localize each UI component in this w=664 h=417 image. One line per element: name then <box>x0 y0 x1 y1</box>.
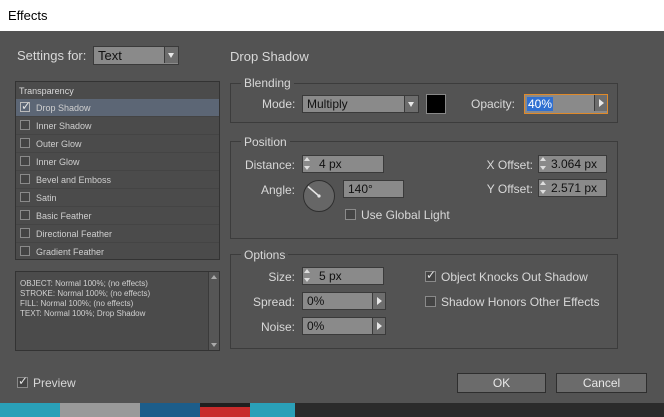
list-item-gradient-feather[interactable]: Gradient Feather <box>16 243 219 259</box>
use-global-light-label: Use Global Light <box>361 208 450 222</box>
settings-for-dropdown[interactable]: Text <box>93 46 179 65</box>
section-title: Drop Shadow <box>230 49 309 64</box>
list-item-label: Bevel and Emboss <box>36 175 112 185</box>
honors-effects-label: Shadow Honors Other Effects <box>441 295 600 309</box>
title-bar: Effects <box>0 0 664 32</box>
preview-checkbox[interactable] <box>17 374 28 388</box>
honors-effects-checkbox[interactable] <box>425 296 436 307</box>
list-item-label: Gradient Feather <box>36 247 105 257</box>
blend-mode-value: Multiply <box>307 97 348 111</box>
summary-text: TEXT: Normal 100%; Drop Shadow <box>20 309 146 318</box>
list-item-label: Basic Feather <box>36 211 92 221</box>
list-item-label: Outer Glow <box>36 139 82 149</box>
checkbox-inner-glow[interactable] <box>20 156 30 166</box>
summary-stroke: STROKE: Normal 100%; (no effects) <box>20 289 151 298</box>
list-item-basic-feather[interactable]: Basic Feather <box>16 207 219 225</box>
opacity-value: 40% <box>527 97 554 111</box>
checkbox-inner-shadow[interactable] <box>20 120 30 130</box>
settings-for-label: Settings for: <box>17 48 87 63</box>
effects-list: Transparency Drop Shadow Inner Shadow Ou… <box>15 81 220 260</box>
effects-summary: OBJECT: Normal 100%; (no effects) STROKE… <box>15 271 220 351</box>
position-title: Position <box>241 135 290 149</box>
mode-label: Mode: <box>262 97 296 111</box>
background-document-strip <box>0 403 664 417</box>
opacity-field[interactable]: 40% <box>524 94 608 114</box>
noise-label: Noise: <box>260 320 295 334</box>
size-value: 5 px <box>319 269 342 283</box>
checkbox-satin[interactable] <box>20 192 30 202</box>
stepper-icon[interactable] <box>539 180 547 196</box>
list-item-label: Inner Glow <box>36 157 80 167</box>
summary-fill: FILL: Normal 100%; (no effects) <box>20 299 134 308</box>
list-item-bevel-emboss[interactable]: Bevel and Emboss <box>16 171 219 189</box>
spread-field[interactable]: 0% <box>302 292 386 310</box>
size-field[interactable]: 5 px <box>302 267 384 285</box>
ok-button[interactable]: OK <box>457 373 546 393</box>
effects-list-header: Transparency <box>19 86 74 96</box>
chevron-right-icon[interactable] <box>372 293 385 309</box>
blending-title: Blending <box>241 76 294 90</box>
checkbox-basic-feather[interactable] <box>20 210 30 220</box>
chevron-down-icon <box>164 47 178 63</box>
summary-object: OBJECT: Normal 100%; (no effects) <box>20 279 148 288</box>
y-offset-value: 2.571 px <box>551 181 598 195</box>
options-title: Options <box>241 248 289 262</box>
list-item-inner-shadow[interactable]: Inner Shadow <box>16 117 219 135</box>
list-item-inner-glow[interactable]: Inner Glow <box>16 153 219 171</box>
chevron-right-icon[interactable] <box>594 95 607 111</box>
dialog-body: Settings for: Text Drop Shadow Transpare… <box>0 31 664 403</box>
list-item-label: Directional Feather <box>36 229 113 239</box>
y-offset-label: Y Offset: <box>486 182 533 196</box>
distance-value: 4 px <box>319 157 342 171</box>
checkbox-gradient-feather[interactable] <box>20 246 30 256</box>
x-offset-field[interactable]: 3.064 px <box>538 155 607 173</box>
distance-field[interactable]: 4 px <box>302 155 384 173</box>
summary-scrollbar[interactable] <box>208 272 219 350</box>
checkbox-drop-shadow[interactable] <box>20 99 31 113</box>
list-item-drop-shadow[interactable]: Drop Shadow <box>16 99 219 117</box>
checkbox-outer-glow[interactable] <box>20 138 30 148</box>
y-offset-field[interactable]: 2.571 px <box>538 179 607 197</box>
angle-value: 140° <box>348 182 373 196</box>
chevron-right-icon[interactable] <box>372 318 385 334</box>
angle-field[interactable]: 140° <box>343 180 404 198</box>
list-item-satin[interactable]: Satin <box>16 189 219 207</box>
size-label: Size: <box>268 270 295 284</box>
shadow-color-swatch[interactable] <box>426 94 446 114</box>
list-item-directional-feather[interactable]: Directional Feather <box>16 225 219 243</box>
x-offset-label: X Offset: <box>486 158 533 172</box>
distance-label: Distance: <box>244 158 295 172</box>
checkbox-directional-feather[interactable] <box>20 228 30 238</box>
noise-field[interactable]: 0% <box>302 317 386 335</box>
angle-dial[interactable] <box>302 179 336 213</box>
spread-value: 0% <box>307 294 325 308</box>
list-item-label: Drop Shadow <box>36 103 91 113</box>
blend-mode-dropdown[interactable]: Multiply <box>302 95 419 113</box>
scroll-down-icon[interactable] <box>211 343 217 347</box>
stepper-icon[interactable] <box>303 268 311 284</box>
cancel-button[interactable]: Cancel <box>556 373 647 393</box>
scroll-up-icon[interactable] <box>211 275 217 279</box>
stepper-icon[interactable] <box>539 156 547 172</box>
knocks-out-shadow-checkbox[interactable] <box>425 268 436 282</box>
settings-for-value: Text <box>98 48 122 63</box>
opacity-label: Opacity: <box>471 97 516 111</box>
list-item-label: Satin <box>36 193 57 203</box>
angle-label: Angle: <box>260 183 295 197</box>
x-offset-value: 3.064 px <box>551 157 598 171</box>
spread-label: Spread: <box>252 295 295 309</box>
use-global-light-checkbox[interactable] <box>345 209 356 220</box>
stepper-icon[interactable] <box>303 156 311 172</box>
window-title: Effects <box>8 8 48 23</box>
knocks-out-shadow-label: Object Knocks Out Shadow <box>441 270 588 284</box>
noise-value: 0% <box>307 319 325 333</box>
chevron-down-icon <box>404 96 418 112</box>
list-item-outer-glow[interactable]: Outer Glow <box>16 135 219 153</box>
list-item-label: Inner Shadow <box>36 121 92 131</box>
preview-label: Preview <box>33 376 76 390</box>
checkbox-bevel-emboss[interactable] <box>20 174 30 184</box>
